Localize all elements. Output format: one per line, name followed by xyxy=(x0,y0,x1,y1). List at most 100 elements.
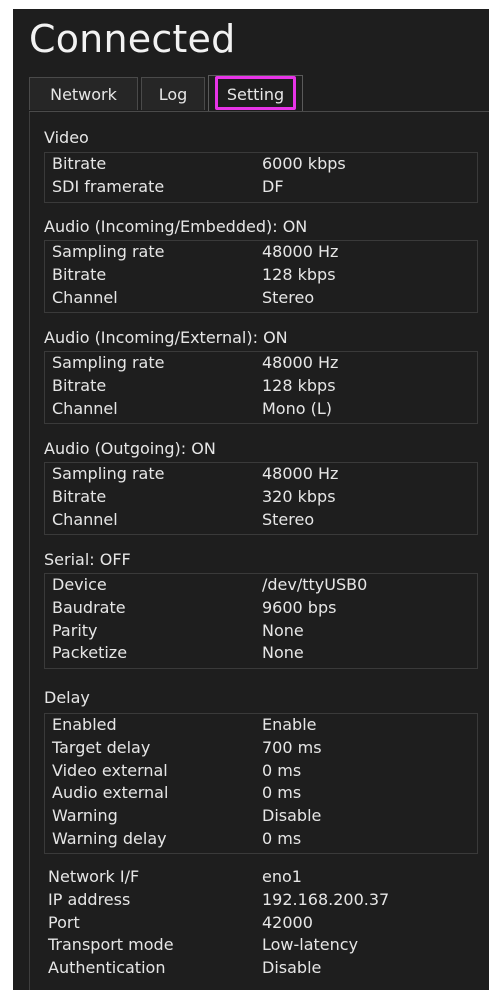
setting-value: eno1 xyxy=(262,867,302,886)
audio-outgoing-row-channel: Channel Stereo xyxy=(45,509,477,532)
setting-key: Channel xyxy=(52,509,118,529)
audio-embedded-row-bitrate: Bitrate 128 kbps xyxy=(45,264,477,287)
setting-value: Low-latency xyxy=(262,935,359,955)
setting-value: 42000 xyxy=(262,912,313,932)
setting-value: 48000 Hz xyxy=(262,242,339,261)
serial-row-device: Device /dev/ttyUSB0 xyxy=(45,574,477,597)
setting-key: Target delay xyxy=(52,737,151,757)
tab-setting[interactable]: Setting xyxy=(208,75,303,111)
setting-key: Warning xyxy=(52,806,118,826)
setting-key: SDI framerate xyxy=(52,176,165,196)
serial-section-title: Serial: OFF xyxy=(44,550,131,569)
network-row-authentication: Authentication Disable xyxy=(41,957,473,980)
serial-row-baudrate: Baudrate 9600 bps xyxy=(45,597,477,620)
setting-value: 6000 kbps xyxy=(262,154,346,173)
audio-external-row-sampling-rate: Sampling rate 48000 Hz xyxy=(45,352,477,375)
setting-key: Warning delay xyxy=(52,828,167,848)
setting-key: Sampling rate xyxy=(52,464,165,483)
setting-key: Transport mode xyxy=(48,935,174,955)
delay-row-video-external: Video external 0 ms xyxy=(45,760,477,783)
setting-value: 320 kbps xyxy=(262,486,336,506)
setting-value: 128 kbps xyxy=(262,375,336,395)
video-row-sdi-framerate: SDI framerate DF xyxy=(45,176,477,199)
audio-embedded-row-sampling-rate: Sampling rate 48000 Hz xyxy=(45,241,477,264)
network-row-port: Port 42000 xyxy=(41,912,473,935)
audio-outgoing-section-title: Audio (Outgoing): ON xyxy=(44,439,216,458)
setting-value: Mono (L) xyxy=(262,398,333,418)
audio-embedded-group: Sampling rate 48000 Hz Bitrate 128 kbps … xyxy=(44,240,478,313)
setting-value: Stereo xyxy=(262,287,315,307)
setting-key: Authentication xyxy=(48,958,166,978)
audio-external-row-bitrate: Bitrate 128 kbps xyxy=(45,375,477,398)
setting-value: 128 kbps xyxy=(262,264,336,284)
delay-row-warning: Warning Disable xyxy=(45,805,477,828)
setting-key: Sampling rate xyxy=(52,242,165,261)
setting-key: Audio external xyxy=(52,783,169,803)
audio-outgoing-row-bitrate: Bitrate 320 kbps xyxy=(45,486,477,509)
setting-key: Sampling rate xyxy=(52,353,165,372)
connection-status-title: Connected xyxy=(29,17,236,61)
audio-external-section-title: Audio (Incoming/External): ON xyxy=(44,328,288,347)
app-window: Connected Network Log Setting Video Bitr… xyxy=(13,9,489,990)
serial-group: Device /dev/ttyUSB0 Baudrate 9600 bps Pa… xyxy=(44,573,478,669)
setting-value: 0 ms xyxy=(262,760,302,780)
delay-group: Enabled Enable Target delay 700 ms Video… xyxy=(44,713,478,854)
setting-value: None xyxy=(262,643,304,663)
delay-row-target-delay: Target delay 700 ms xyxy=(45,737,477,760)
video-section-title: Video xyxy=(44,128,89,147)
setting-key: Enabled xyxy=(52,715,117,734)
setting-value: 9600 bps xyxy=(262,597,337,617)
video-group: Bitrate 6000 kbps SDI framerate DF xyxy=(44,152,478,203)
network-row-ip-address: IP address 192.168.200.37 xyxy=(41,889,473,912)
tab-log[interactable]: Log xyxy=(141,77,205,110)
setting-value: Enable xyxy=(262,715,317,734)
setting-key: Bitrate xyxy=(52,486,107,506)
setting-key: Network I/F xyxy=(48,867,140,886)
setting-key: Bitrate xyxy=(52,375,107,395)
setting-value: 48000 Hz xyxy=(262,353,339,372)
serial-row-parity: Parity None xyxy=(45,620,477,643)
audio-embedded-section-title: Audio (Incoming/Embedded): ON xyxy=(44,217,308,236)
setting-value: 0 ms xyxy=(262,828,302,848)
setting-value: None xyxy=(262,620,304,640)
setting-key: Channel xyxy=(52,287,118,307)
setting-key: Video external xyxy=(52,760,168,780)
tab-bar: Network Log Setting xyxy=(29,75,489,112)
setting-key: IP address xyxy=(48,889,131,909)
audio-external-group: Sampling rate 48000 Hz Bitrate 128 kbps … xyxy=(44,351,478,424)
audio-external-row-channel: Channel Mono (L) xyxy=(45,398,477,421)
settings-panel: Video Bitrate 6000 kbps SDI framerate DF… xyxy=(29,112,489,990)
setting-key: Parity xyxy=(52,620,98,640)
delay-section-title: Delay xyxy=(44,688,90,707)
tab-log-label: Log xyxy=(158,85,188,104)
delay-row-enabled: Enabled Enable xyxy=(45,714,477,737)
audio-outgoing-group: Sampling rate 48000 Hz Bitrate 320 kbps … xyxy=(44,462,478,535)
tab-network-label: Network xyxy=(50,85,117,104)
setting-key: Packetize xyxy=(52,643,128,663)
network-row-interface: Network I/F eno1 xyxy=(41,866,473,889)
setting-key: Port xyxy=(48,912,80,932)
serial-row-packetize: Packetize None xyxy=(45,642,477,665)
setting-value: 192.168.200.37 xyxy=(262,889,390,909)
setting-value: Stereo xyxy=(262,509,315,529)
audio-outgoing-row-sampling-rate: Sampling rate 48000 Hz xyxy=(45,463,477,486)
network-info-group: Network I/F eno1 IP address 192.168.200.… xyxy=(40,865,474,983)
setting-value: Disable xyxy=(262,806,322,826)
setting-key: Bitrate xyxy=(52,154,107,173)
tab-setting-label: Setting xyxy=(215,76,296,110)
setting-key: Baudrate xyxy=(52,597,126,617)
setting-value: 0 ms xyxy=(262,783,302,803)
setting-key: Channel xyxy=(52,398,118,418)
setting-value: DF xyxy=(262,176,284,196)
video-row-bitrate: Bitrate 6000 kbps xyxy=(45,153,477,176)
setting-value: 48000 Hz xyxy=(262,464,339,483)
delay-row-warning-delay: Warning delay 0 ms xyxy=(45,828,477,851)
delay-row-audio-external: Audio external 0 ms xyxy=(45,782,477,805)
setting-key: Device xyxy=(52,575,107,594)
tab-network[interactable]: Network xyxy=(29,77,138,110)
setting-key: Bitrate xyxy=(52,264,107,284)
setting-value: /dev/ttyUSB0 xyxy=(262,575,368,594)
network-row-transport-mode: Transport mode Low-latency xyxy=(41,934,473,957)
setting-value: 700 ms xyxy=(262,737,322,757)
audio-embedded-row-channel: Channel Stereo xyxy=(45,287,477,310)
